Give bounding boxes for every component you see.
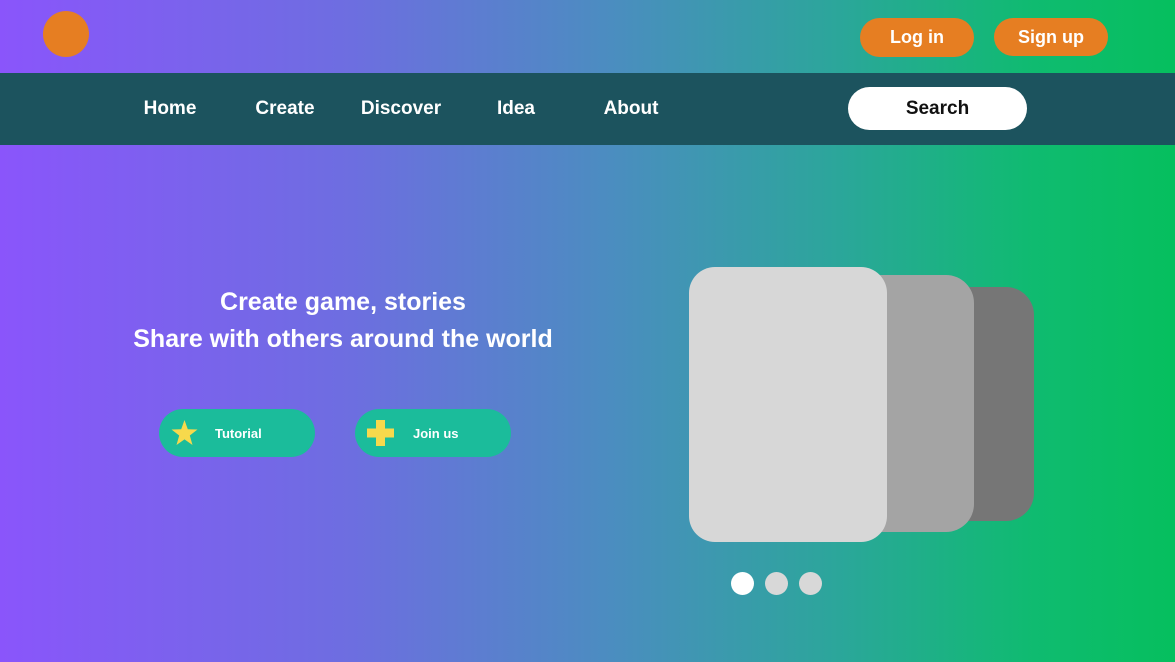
plus-icon — [367, 420, 394, 446]
carousel-dot-3[interactable] — [799, 572, 822, 595]
carousel-card-front[interactable] — [689, 267, 887, 542]
nav-item-home[interactable]: Home — [144, 73, 197, 145]
signup-button[interactable]: Sign up — [994, 18, 1108, 56]
nav-item-create[interactable]: Create — [255, 73, 314, 145]
join-us-label: Join us — [413, 426, 459, 441]
join-us-button[interactable]: Join us — [355, 409, 511, 457]
nav-item-about[interactable]: About — [604, 73, 659, 145]
top-bar: Log in Sign up — [0, 0, 1175, 73]
carousel-dot-1[interactable] — [731, 572, 754, 595]
search-input[interactable]: Search — [848, 87, 1027, 130]
hero-title-line-2: Share with others around the world — [133, 325, 553, 353]
tutorial-label: Tutorial — [215, 426, 262, 441]
nav-item-discover[interactable]: Discover — [361, 73, 441, 145]
nav-bar: Home Create Discover Idea About Search — [0, 73, 1175, 145]
logo[interactable] — [43, 11, 89, 57]
hero-title-line-1: Create game, stories — [220, 288, 466, 316]
nav-item-idea[interactable]: Idea — [497, 73, 535, 145]
star-icon — [171, 420, 198, 446]
carousel-dot-2[interactable] — [765, 572, 788, 595]
hero-title: Create game, stories Share with others a… — [100, 284, 586, 358]
home-page: Log in Sign up Home Create Discover Idea… — [0, 0, 1175, 662]
login-button[interactable]: Log in — [860, 18, 974, 57]
tutorial-button[interactable]: Tutorial — [159, 409, 315, 457]
